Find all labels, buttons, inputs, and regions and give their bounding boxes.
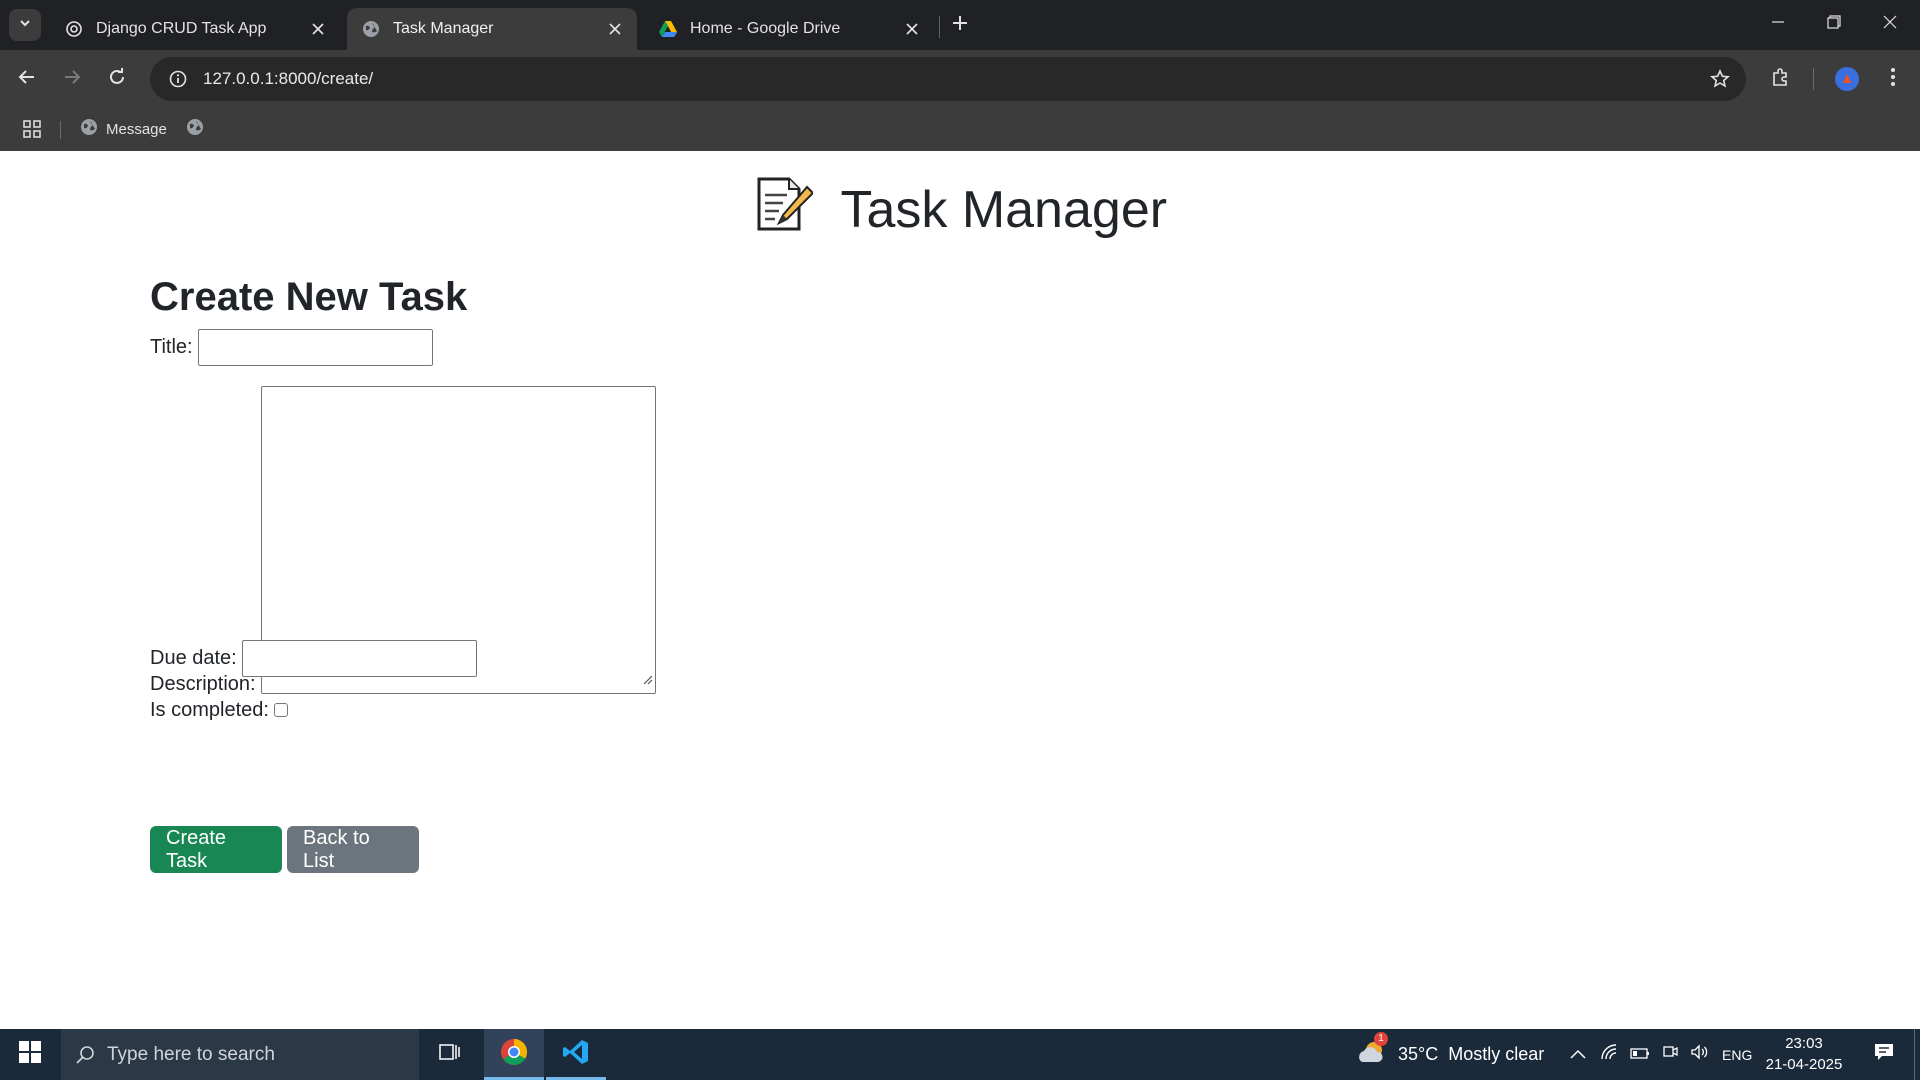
minimize-button[interactable] bbox=[1750, 0, 1806, 48]
form-heading: Create New Task bbox=[150, 275, 468, 319]
task-view-button[interactable] bbox=[420, 1029, 480, 1080]
globe-icon bbox=[80, 118, 106, 140]
back-to-list-button[interactable]: Back to List bbox=[287, 826, 419, 873]
restore-button[interactable] bbox=[1806, 0, 1862, 48]
search-icon bbox=[75, 1045, 95, 1065]
notification-icon bbox=[1874, 1043, 1894, 1066]
language-indicator[interactable]: ENG bbox=[1722, 1047, 1752, 1063]
chrome-icon bbox=[500, 1038, 528, 1071]
show-desktop-strip[interactable] bbox=[1914, 1029, 1915, 1080]
google-drive-icon bbox=[658, 19, 678, 39]
close-icon[interactable] bbox=[902, 19, 922, 39]
bookmark-star-icon[interactable] bbox=[1708, 67, 1732, 91]
new-tab-button[interactable] bbox=[944, 9, 976, 41]
clock-date: 21-04-2025 bbox=[1765, 1056, 1843, 1073]
menu-button[interactable] bbox=[1875, 61, 1911, 97]
meet-now-icon[interactable] bbox=[1662, 1044, 1678, 1065]
is-completed-label: Is completed: bbox=[150, 699, 269, 721]
browser-toolbar: 127.0.0.1:8000/create/ bbox=[0, 50, 1920, 108]
browser-chrome: Django CRUD Task App Task Manager Home -… bbox=[0, 0, 1920, 151]
apps-grid-icon[interactable] bbox=[20, 117, 44, 141]
bookmark-message[interactable]: Message bbox=[80, 115, 167, 143]
taskbar-clock[interactable]: 23:03 21-04-2025 bbox=[1764, 1033, 1844, 1075]
tab-label: Task Manager bbox=[393, 20, 494, 37]
avatar bbox=[1835, 67, 1859, 91]
memo-icon bbox=[753, 173, 815, 246]
back-button[interactable] bbox=[9, 61, 45, 97]
title-row: Title: bbox=[150, 329, 433, 366]
notifications-button[interactable] bbox=[1864, 1029, 1904, 1080]
is-completed-row: Is completed: bbox=[150, 699, 288, 722]
weather-widget[interactable]: 1 35°C Mostly clear bbox=[1356, 1029, 1544, 1080]
tab-django-crud[interactable]: Django CRUD Task App bbox=[50, 8, 340, 50]
tab-separator bbox=[939, 16, 940, 38]
create-task-form: Create New Task Title: Description: Due … bbox=[150, 271, 1050, 721]
due-date-row: Due date: bbox=[150, 640, 477, 677]
chevron-up-icon[interactable] bbox=[1570, 1046, 1586, 1064]
battery-icon[interactable] bbox=[1630, 1046, 1650, 1064]
bookmark-separator bbox=[60, 121, 61, 139]
network-icon[interactable] bbox=[1600, 1044, 1618, 1065]
title-label: Title: bbox=[150, 336, 193, 358]
due-date-input[interactable] bbox=[241, 640, 477, 677]
taskbar-vscode[interactable] bbox=[546, 1029, 606, 1080]
volume-icon[interactable] bbox=[1690, 1044, 1710, 1065]
system-tray: ENG bbox=[1570, 1029, 1752, 1080]
toolbar-divider bbox=[1813, 68, 1814, 90]
form-buttons: Create Task Back to List bbox=[150, 826, 419, 873]
reload-button[interactable] bbox=[99, 61, 135, 97]
page-title: Task Manager bbox=[0, 177, 1920, 250]
arrow-right-icon bbox=[63, 68, 81, 91]
reload-icon bbox=[108, 67, 126, 91]
address-bar[interactable]: 127.0.0.1:8000/create/ bbox=[150, 57, 1746, 101]
close-window-button[interactable] bbox=[1862, 0, 1918, 48]
tab-google-drive[interactable]: Home - Google Drive bbox=[644, 8, 934, 50]
title-input[interactable] bbox=[197, 329, 433, 366]
close-icon[interactable] bbox=[605, 19, 625, 39]
extensions-button[interactable] bbox=[1763, 61, 1799, 97]
search-placeholder: Type here to search bbox=[107, 1043, 275, 1065]
clock-time: 23:03 bbox=[1785, 1035, 1823, 1052]
tab-label: Home - Google Drive bbox=[690, 20, 841, 37]
restore-icon bbox=[1827, 14, 1841, 34]
close-icon[interactable] bbox=[308, 19, 328, 39]
tab-label: Django CRUD Task App bbox=[96, 20, 267, 37]
create-task-button[interactable]: Create Task bbox=[150, 826, 282, 873]
bookmark-label: Message bbox=[106, 120, 167, 138]
bookmark-globe[interactable] bbox=[186, 115, 212, 143]
windows-logo-icon bbox=[19, 1041, 41, 1068]
weather-text: 35°C Mostly clear bbox=[1398, 1044, 1545, 1064]
tab-strip: Django CRUD Task App Task Manager Home -… bbox=[0, 0, 1920, 50]
site-info-icon[interactable] bbox=[158, 70, 198, 88]
weather-cloud-icon: 1 bbox=[1356, 1032, 1388, 1071]
kebab-menu-icon bbox=[1890, 67, 1896, 92]
profile-button[interactable] bbox=[1829, 61, 1865, 97]
bookmarks-bar: Message bbox=[0, 108, 1920, 151]
globe-icon bbox=[361, 19, 381, 39]
globe-icon bbox=[186, 118, 212, 140]
taskbar-search-box[interactable]: Type here to search bbox=[61, 1029, 419, 1080]
arrow-left-icon bbox=[18, 68, 36, 91]
chevron-down-icon bbox=[18, 16, 32, 35]
tab-search-button[interactable] bbox=[9, 9, 41, 41]
due-date-label: Due date: bbox=[150, 647, 237, 669]
page-content: Task Manager Create New Task Title: Desc… bbox=[0, 151, 1920, 1029]
weather-badge: 1 bbox=[1374, 1032, 1388, 1046]
plus-icon bbox=[952, 15, 968, 36]
start-button[interactable] bbox=[0, 1029, 60, 1080]
is-completed-checkbox[interactable] bbox=[273, 702, 288, 717]
minimize-icon bbox=[1771, 15, 1785, 34]
page-title-text: Task Manager bbox=[840, 181, 1168, 240]
tab-task-manager[interactable]: Task Manager bbox=[347, 8, 637, 50]
puzzle-icon bbox=[1771, 67, 1791, 92]
url-text[interactable]: 127.0.0.1:8000/create/ bbox=[203, 69, 373, 89]
taskbar-chrome[interactable] bbox=[484, 1029, 544, 1080]
windows-taskbar: Type here to search 1 35°C Mostly clear … bbox=[0, 1029, 1920, 1080]
resize-grip-icon[interactable] bbox=[643, 668, 653, 691]
vscode-icon bbox=[562, 1038, 590, 1071]
forward-button[interactable] bbox=[54, 61, 90, 97]
close-icon bbox=[1883, 15, 1897, 34]
openai-icon bbox=[64, 19, 84, 39]
task-view-icon bbox=[439, 1042, 461, 1067]
